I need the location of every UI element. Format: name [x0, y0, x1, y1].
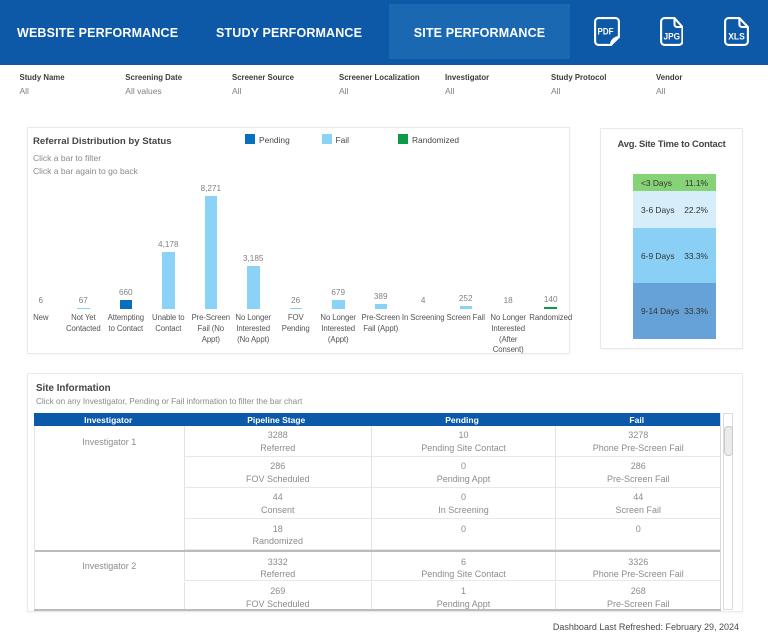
svg-text:PDF: PDF [598, 26, 614, 37]
svg-text:XLS: XLS [728, 32, 745, 43]
svg-text:JPG: JPG [663, 32, 680, 43]
